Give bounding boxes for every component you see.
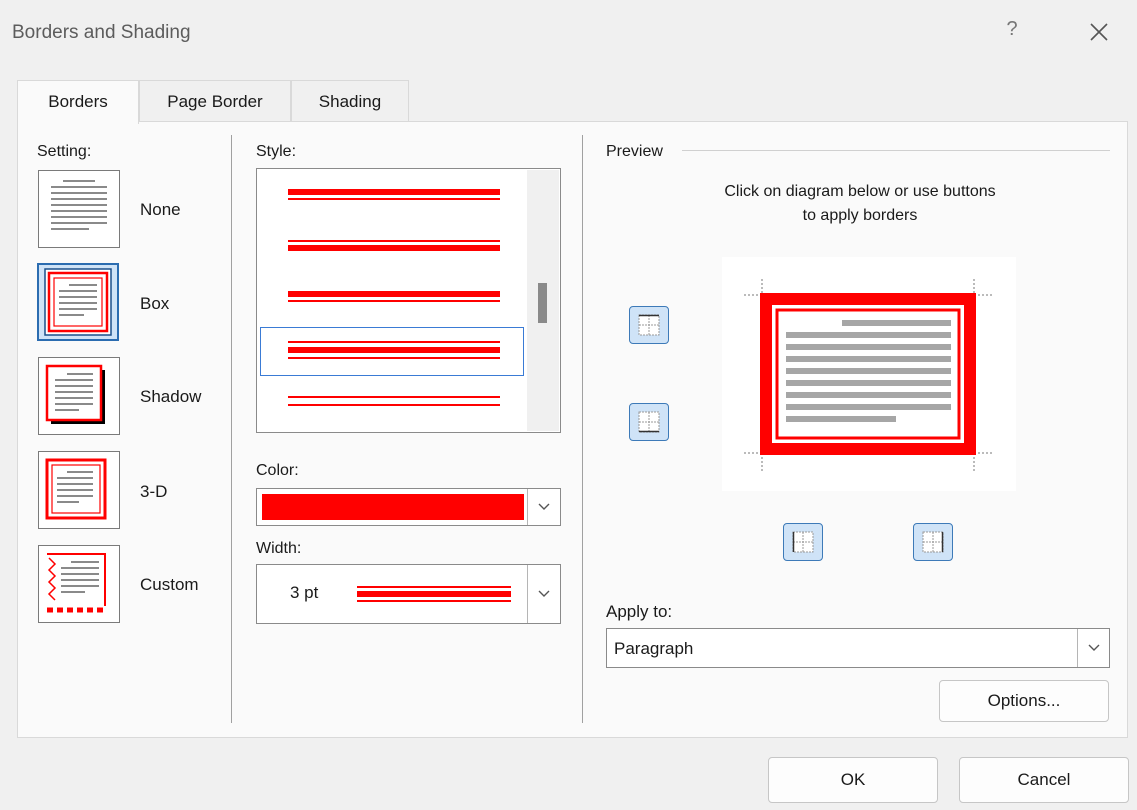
options-button[interactable]: Options... [939, 680, 1109, 722]
setting-none-label[interactable]: None [140, 200, 181, 220]
tab-borders[interactable]: Borders [17, 80, 139, 124]
apply-to-label: Apply to: [606, 602, 673, 621]
tab-borders-label: Borders [48, 92, 108, 111]
tab-page-border-label: Page Border [167, 92, 263, 111]
left-border-button[interactable] [783, 523, 823, 561]
divider-right [582, 135, 583, 723]
setting-custom-label[interactable]: Custom [140, 575, 199, 595]
preview-instructions: Click on diagram below or use buttons to… [650, 180, 1070, 228]
tab-shading[interactable]: Shading [291, 80, 409, 122]
line-style-sample [288, 341, 500, 359]
line-style-sample [288, 396, 500, 406]
close-button[interactable] [1082, 14, 1116, 50]
style-option-2[interactable] [260, 222, 524, 270]
setting-3d-thumbnail[interactable] [38, 451, 120, 529]
window-title: Borders and Shading [12, 22, 191, 43]
apply-to-dropdown[interactable]: Paragraph [606, 628, 1110, 668]
none-setting-icon [51, 180, 107, 230]
3d-setting-icon [45, 458, 107, 520]
apply-to-value: Paragraph [614, 639, 694, 658]
apply-to-dropdown-button[interactable] [1077, 629, 1109, 667]
help-button[interactable]: ? [1000, 18, 1024, 48]
cancel-button[interactable]: Cancel [959, 757, 1129, 803]
style-option-1[interactable] [260, 172, 524, 220]
tab-shading-label: Shading [318, 92, 382, 111]
setting-3d-label[interactable]: 3-D [140, 482, 167, 502]
line-style-sample [288, 240, 500, 251]
chevron-down-icon [1088, 644, 1099, 651]
bottom-border-icon [638, 411, 660, 433]
style-label: Style: [256, 143, 297, 160]
color-dropdown[interactable] [256, 488, 561, 526]
width-value: 3 pt [290, 583, 319, 602]
line-style-sample [288, 189, 500, 200]
preview-diagram[interactable] [722, 257, 1016, 491]
setting-box-label[interactable]: Box [140, 294, 169, 314]
setting-shadow-thumbnail[interactable] [38, 357, 120, 435]
tab-page-border[interactable]: Page Border [139, 80, 291, 122]
top-border-icon [638, 314, 660, 336]
divider-left [231, 135, 232, 723]
ok-button[interactable]: OK [768, 757, 938, 803]
custom-setting-icon [47, 553, 106, 613]
preview-instruction-line-2: to apply borders [802, 207, 918, 224]
color-dropdown-button[interactable] [527, 489, 560, 525]
style-option-3[interactable] [260, 272, 524, 320]
setting-custom-thumbnail[interactable] [38, 545, 120, 623]
width-dropdown-button[interactable] [527, 565, 560, 623]
shadow-setting-icon [45, 364, 105, 424]
width-dropdown[interactable]: 3 pt [256, 564, 561, 624]
color-label: Color: [256, 462, 299, 479]
style-option-5[interactable] [260, 380, 524, 428]
right-border-icon [922, 531, 944, 553]
setting-shadow-label[interactable]: Shadow [140, 387, 201, 407]
setting-box-thumbnail[interactable] [37, 263, 119, 341]
style-option-4-selected[interactable] [260, 327, 524, 376]
width-label: Width: [256, 540, 302, 557]
setting-label: Setting: [37, 143, 92, 160]
close-icon [1090, 23, 1108, 41]
preview-group-line [682, 150, 1110, 151]
color-swatch [262, 494, 524, 520]
right-border-button[interactable] [913, 523, 953, 561]
style-scrollbar-thumb[interactable] [538, 283, 547, 323]
chevron-down-icon [538, 503, 550, 510]
box-setting-icon [44, 268, 112, 336]
preview-label: Preview [606, 143, 663, 160]
bottom-border-button[interactable] [629, 403, 669, 441]
preview-instruction-line-1: Click on diagram below or use buttons [724, 183, 996, 200]
top-border-button[interactable] [629, 306, 669, 344]
line-style-sample [288, 291, 500, 302]
setting-none-thumbnail[interactable] [38, 170, 120, 248]
border-preview-graphic [744, 279, 994, 471]
left-border-icon [792, 531, 814, 553]
width-line-sample [357, 586, 511, 602]
chevron-down-icon [538, 590, 550, 597]
